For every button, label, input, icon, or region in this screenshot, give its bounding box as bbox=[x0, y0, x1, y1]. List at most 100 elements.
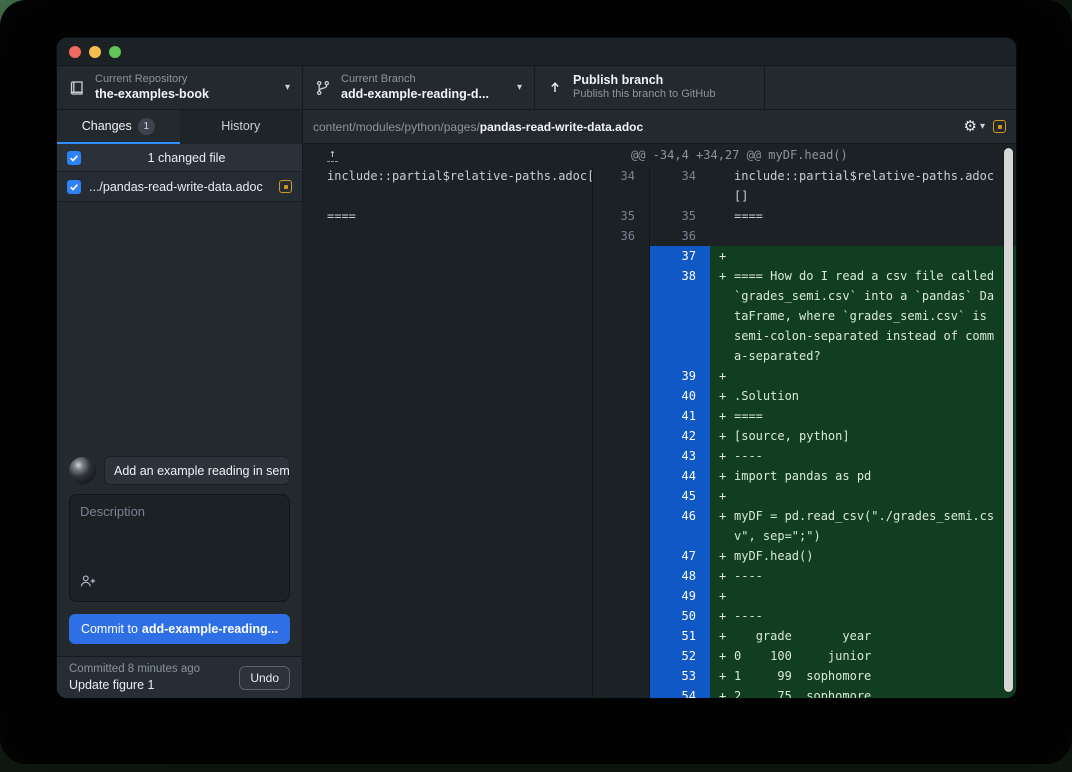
old-line-content bbox=[303, 646, 593, 666]
commit-summary-input[interactable]: Add an example reading in semi-c bbox=[104, 456, 290, 485]
tab-changes[interactable]: Changes 1 bbox=[57, 110, 180, 144]
last-commit-bar: Committed 8 minutes ago Update figure 1 … bbox=[57, 656, 302, 698]
branch-label: Current Branch bbox=[341, 73, 507, 87]
tab-changes-label: Changes bbox=[82, 119, 132, 133]
current-repository-dropdown[interactable]: Current Repository the-examples-book ▾ bbox=[57, 66, 303, 109]
new-line-number: 35 bbox=[650, 206, 710, 226]
commit-button[interactable]: Commit to add-example-reading... bbox=[69, 614, 290, 644]
added-line-plus-sign: + bbox=[719, 546, 726, 566]
tab-history[interactable]: History bbox=[180, 110, 303, 144]
new-line-number: 39 bbox=[650, 366, 710, 386]
old-line-content bbox=[303, 406, 593, 426]
upload-arrow-icon bbox=[547, 80, 563, 96]
old-line-content bbox=[303, 466, 593, 486]
file-checkbox[interactable] bbox=[67, 180, 81, 194]
new-line-content: + bbox=[710, 586, 1016, 606]
new-line-content: include::partial$relative-paths.adoc[] bbox=[710, 166, 1016, 206]
old-line-content bbox=[303, 686, 593, 698]
old-line-content: ==== bbox=[303, 206, 593, 226]
user-avatar bbox=[69, 457, 96, 484]
added-line-plus-sign: + bbox=[719, 586, 726, 606]
new-line-number: 41 bbox=[650, 406, 710, 426]
file-list-empty-area bbox=[57, 202, 302, 446]
new-line-content: +---- bbox=[710, 566, 1016, 586]
diff-row-added: 47+myDF.head() bbox=[303, 546, 1016, 566]
repo-book-icon bbox=[69, 80, 85, 96]
old-line-number bbox=[593, 546, 650, 566]
old-line-number bbox=[593, 646, 650, 666]
added-line-plus-sign: + bbox=[719, 506, 726, 526]
changed-files-count: 1 changed file bbox=[81, 151, 292, 165]
vertical-scrollbar[interactable] bbox=[1004, 148, 1013, 692]
changed-file-row[interactable]: .../pandas-read-write-data.adoc bbox=[57, 172, 302, 202]
content-area: Changes 1 History 1 changed file .../pan… bbox=[57, 110, 1016, 698]
diff-options-button[interactable]: ⚙ ▾ bbox=[964, 119, 985, 134]
added-line-plus-sign: + bbox=[719, 266, 726, 286]
chevron-down-icon: ▾ bbox=[517, 82, 522, 93]
close-window-button[interactable] bbox=[69, 46, 81, 58]
expand-hunk-button[interactable]: ↑ bbox=[303, 148, 593, 161]
last-commit-message: Update figure 1 bbox=[69, 677, 231, 693]
new-line-content: +==== How do I read a csv file called `g… bbox=[710, 266, 1016, 366]
diff-row-added: 52+0 100 junior bbox=[303, 646, 1016, 666]
new-line-content: + bbox=[710, 486, 1016, 506]
diff-body: ↑ @@ -34,4 +34,27 @@ myDF.head() include… bbox=[303, 144, 1016, 698]
added-line-plus-sign: + bbox=[719, 426, 726, 446]
old-line-number bbox=[593, 366, 650, 386]
new-line-content: +.Solution bbox=[710, 386, 1016, 406]
last-commit-status: Committed 8 minutes ago bbox=[69, 662, 231, 677]
added-line-plus-sign: + bbox=[719, 366, 726, 386]
diff-row-added: 53+1 99 sophomore bbox=[303, 666, 1016, 686]
diff-row-added: 49+ bbox=[303, 586, 1016, 606]
diff-row-added: 39 + bbox=[303, 366, 1016, 386]
old-line-number: 35 bbox=[593, 206, 650, 226]
changed-file-name: .../pandas-read-write-data.adoc bbox=[89, 180, 271, 194]
diff-row-added: 48+---- bbox=[303, 566, 1016, 586]
publish-branch-button[interactable]: Publish branch Publish this branch to Gi… bbox=[535, 66, 765, 109]
select-all-checkbox[interactable] bbox=[67, 151, 81, 165]
new-line-content bbox=[710, 226, 1016, 246]
added-line-plus-sign: + bbox=[719, 466, 726, 486]
new-line-number: 54 bbox=[650, 686, 710, 698]
git-branch-icon bbox=[315, 80, 331, 96]
add-coauthor-icon[interactable] bbox=[80, 574, 96, 593]
added-line-plus-sign: + bbox=[719, 486, 726, 506]
added-line-plus-sign: + bbox=[719, 566, 726, 586]
minimize-window-button[interactable] bbox=[89, 46, 101, 58]
new-line-number: 42 bbox=[650, 426, 710, 446]
old-line-content bbox=[303, 566, 593, 586]
old-line-number bbox=[593, 666, 650, 686]
diff-row-added: 46+myDF = pd.read_csv("./grades_semi.csv… bbox=[303, 506, 1016, 546]
new-line-number: 52 bbox=[650, 646, 710, 666]
old-line-content bbox=[303, 266, 593, 366]
old-line-content: include::partial$relative-paths.adoc[] bbox=[303, 166, 593, 206]
old-line-content bbox=[303, 626, 593, 646]
current-branch-dropdown[interactable]: Current Branch add-example-reading-d... … bbox=[303, 66, 535, 109]
chevron-down-icon: ▾ bbox=[285, 82, 290, 93]
old-line-number bbox=[593, 426, 650, 446]
old-line-number bbox=[593, 246, 650, 266]
publish-branch-subtitle: Publish this branch to GitHub bbox=[573, 88, 752, 102]
commit-form: Add an example reading in semi-c Descrip… bbox=[57, 446, 302, 656]
gear-icon: ⚙ bbox=[964, 119, 977, 134]
old-line-content bbox=[303, 586, 593, 606]
old-line-number bbox=[593, 486, 650, 506]
added-line-plus-sign: + bbox=[719, 666, 726, 686]
new-line-number: 46 bbox=[650, 506, 710, 546]
added-line-plus-sign: + bbox=[719, 406, 726, 426]
window-titlebar bbox=[57, 38, 1016, 66]
diff-row-added: 45+ bbox=[303, 486, 1016, 506]
new-line-number: 48 bbox=[650, 566, 710, 586]
sidebar-tabs: Changes 1 History bbox=[57, 110, 302, 144]
changes-count-badge: 1 bbox=[138, 118, 155, 135]
undo-button[interactable]: Undo bbox=[239, 666, 290, 690]
description-placeholder: Description bbox=[80, 504, 145, 519]
diff-row-added: 54+2 75 sophomore bbox=[303, 686, 1016, 698]
commit-description-input[interactable]: Description bbox=[69, 494, 290, 602]
new-line-content: +2 75 sophomore bbox=[710, 686, 1016, 698]
new-line-number: 51 bbox=[650, 626, 710, 646]
maximize-window-button[interactable] bbox=[109, 46, 121, 58]
old-line-content bbox=[303, 446, 593, 466]
new-line-content: + grade year bbox=[710, 626, 1016, 646]
added-line-plus-sign: + bbox=[719, 246, 726, 266]
